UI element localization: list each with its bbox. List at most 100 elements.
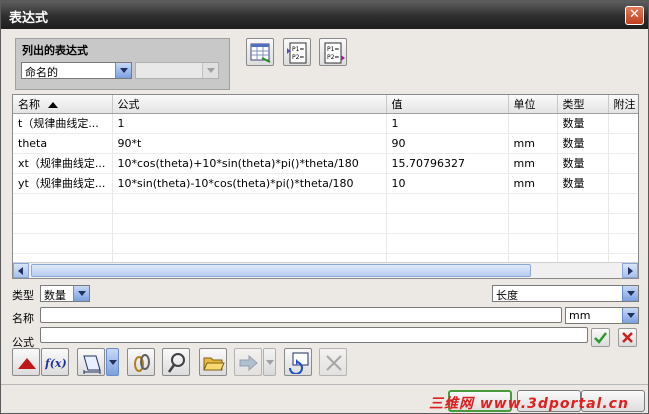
expressions-table: 名称 公式 值 单位 类型 附注 t（规律曲线定... 1 1 数量 theta…	[12, 94, 639, 279]
cell-note	[608, 133, 638, 154]
cell-value: 1	[386, 113, 509, 134]
linked-expression-icon	[167, 353, 185, 373]
collapse-button[interactable]	[12, 348, 40, 376]
formula-input[interactable]	[40, 327, 588, 343]
cell-type: 数量	[557, 153, 609, 174]
table-row[interactable]: yt（规律曲线定... 10*sin(theta)-10*cos(theta)*…	[13, 173, 638, 194]
type-select[interactable]: 数量	[40, 285, 90, 302]
name-label: 名称	[12, 312, 34, 325]
reject-button[interactable]	[618, 328, 637, 347]
link-expression-button[interactable]	[162, 348, 190, 376]
svg-text:P2=: P2=	[292, 54, 304, 61]
p1-p2-icon: P1= P2=	[287, 42, 307, 64]
column-header-value[interactable]: 值	[386, 95, 509, 114]
import-button	[234, 348, 262, 376]
cell-formula: 10*sin(theta)-10*cos(theta)*pi()*theta/1…	[112, 173, 387, 194]
table-row[interactable]: theta 90*t 90 mm 数量	[13, 133, 638, 154]
scroll-right-button[interactable]	[622, 263, 638, 278]
column-header-formula[interactable]: 公式	[112, 95, 387, 114]
spreadsheet-icon	[250, 43, 271, 63]
footer-separator	[1, 384, 648, 385]
cell-unit	[508, 113, 558, 134]
cell-note	[608, 173, 638, 194]
cell-type: 数量	[557, 173, 609, 194]
column-header-note[interactable]: 附注	[608, 95, 638, 114]
horizontal-scrollbar[interactable]	[13, 262, 638, 278]
type-select-value: 数量	[44, 289, 66, 302]
svg-text:P2=: P2=	[327, 54, 339, 61]
empty-row	[13, 213, 638, 234]
table-row[interactable]: t（规律曲线定... 1 1 数量	[13, 113, 638, 134]
watermark: 三维网 www.3dportal.cn	[429, 396, 629, 412]
chevron-down-icon	[73, 286, 89, 301]
title-bar: 表达式 ✕	[1, 1, 648, 29]
cell-value: 15.70796327	[386, 153, 509, 174]
delete-x-icon	[326, 355, 342, 371]
reference-button[interactable]	[127, 348, 155, 376]
list-filter-select[interactable]: 命名的	[21, 62, 132, 79]
import-arrow-icon	[239, 354, 258, 372]
delay-update-button[interactable]	[284, 348, 312, 376]
function-button[interactable]: f(x)	[41, 348, 69, 376]
svg-text:P1=: P1=	[292, 46, 304, 53]
check-icon	[594, 332, 607, 344]
fx-icon: f(x)	[45, 357, 67, 370]
column-header-name[interactable]: 名称	[13, 95, 113, 114]
cell-type: 数量	[557, 133, 609, 154]
unit-select[interactable]: mm	[565, 307, 639, 324]
dimension-select-value: 长度	[496, 289, 518, 302]
list-p1p2-button[interactable]: P1= P2=	[283, 38, 311, 66]
listed-expressions-group: 列出的表达式 命名的	[15, 38, 230, 90]
x-icon	[622, 332, 633, 343]
cell-formula: 90*t	[112, 133, 387, 154]
accept-button[interactable]	[591, 328, 610, 347]
close-icon[interactable]: ✕	[625, 6, 644, 25]
column-header-type[interactable]: 类型	[557, 95, 609, 114]
folder-open-icon	[203, 357, 225, 371]
list-all-button[interactable]	[246, 38, 274, 66]
list-filter-value: 命名的	[25, 66, 58, 79]
table-row[interactable]: xt（规律曲线定... 10*cos(theta)+10*sin(theta)*…	[13, 153, 638, 174]
measure-icon	[83, 355, 101, 374]
delete-button	[319, 348, 347, 376]
open-file-button[interactable]	[199, 348, 227, 376]
unit-select-value: mm	[569, 309, 591, 322]
cell-name: t（规律曲线定...	[13, 113, 113, 134]
group-label: 列出的表达式	[22, 44, 88, 57]
cell-type: 数量	[557, 113, 609, 134]
name-input[interactable]	[40, 307, 562, 323]
triangle-up-icon	[18, 358, 36, 369]
cell-unit: mm	[508, 173, 558, 194]
measure-button[interactable]	[77, 348, 105, 376]
chevron-down-icon	[115, 63, 131, 78]
cell-name: theta	[13, 133, 113, 154]
cell-value: 10	[386, 173, 509, 194]
import-dropdown	[263, 348, 276, 376]
empty-row	[13, 193, 638, 214]
table-header: 名称 公式 值 单位 类型 附注	[13, 95, 638, 114]
type-label: 类型	[12, 289, 34, 302]
dimension-select[interactable]: 长度	[492, 285, 639, 302]
cell-note	[608, 113, 638, 134]
scroll-left-button[interactable]	[13, 263, 29, 278]
scroll-thumb[interactable]	[31, 264, 531, 277]
cell-formula: 1	[112, 113, 387, 134]
sort-ascending-icon	[48, 101, 58, 108]
cell-formula: 10*cos(theta)+10*sin(theta)*pi()*theta/1…	[112, 153, 387, 174]
p1-p2-arrow-icon: P1= P2=	[324, 42, 345, 64]
chevron-down-icon	[622, 286, 638, 301]
cell-unit: mm	[508, 153, 558, 174]
svg-text:f(x): f(x)	[45, 357, 67, 370]
list-p1p2-arrow-button[interactable]: P1= P2=	[319, 38, 347, 66]
refresh-icon	[289, 352, 309, 374]
expressions-dialog: 表达式 ✕ 列出的表达式 命名的 P1= P2= P1= P2= 名称 公式 值…	[0, 0, 649, 414]
column-header-unit[interactable]: 单位	[508, 95, 558, 114]
cell-unit: mm	[508, 133, 558, 154]
cell-name: yt（规律曲线定...	[13, 173, 113, 194]
measure-dropdown[interactable]	[106, 348, 119, 376]
chevron-down-icon	[622, 308, 638, 323]
cell-note	[608, 153, 638, 174]
cell-value: 90	[386, 133, 509, 154]
cell-name: xt（规律曲线定...	[13, 153, 113, 174]
chevron-down-icon	[202, 63, 218, 78]
